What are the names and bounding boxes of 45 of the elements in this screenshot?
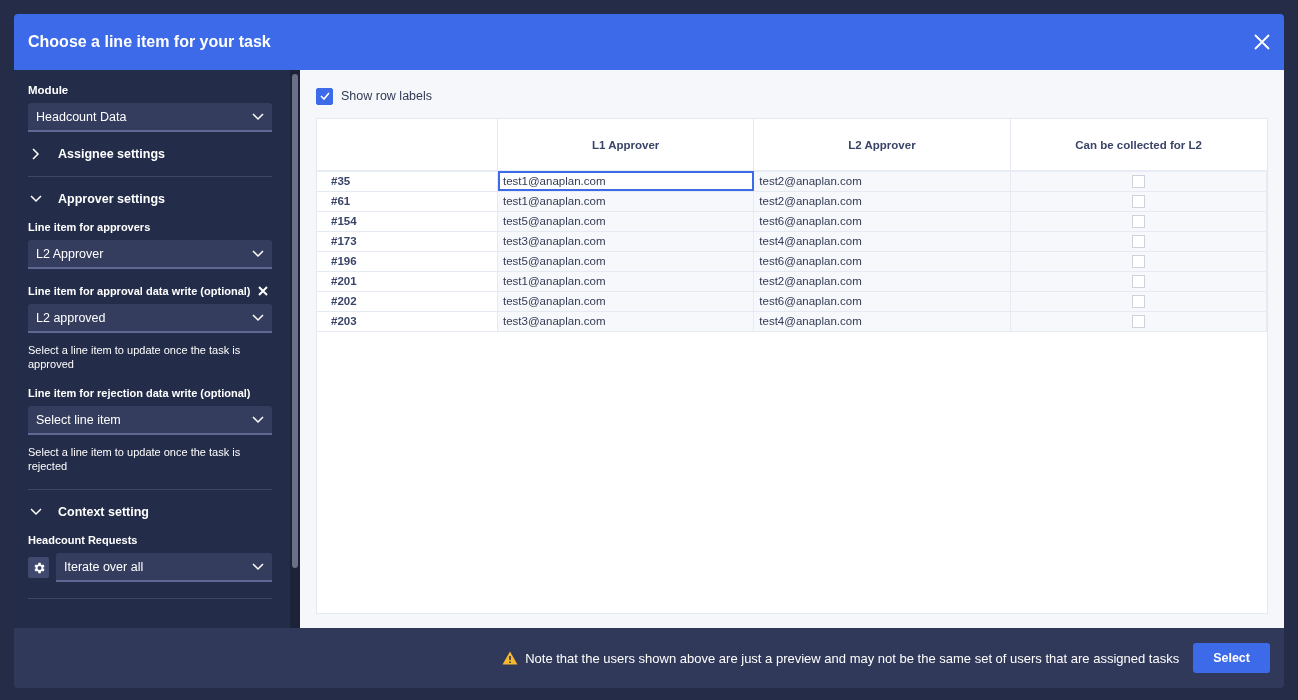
row-label: #61 [317,191,498,211]
table-cell: test1@anaplan.com [497,171,754,191]
row-label: #154 [317,211,498,231]
chevron-down-icon [252,415,264,424]
chevron-down-icon [252,562,264,571]
dropdown[interactable]: L2 approved [28,304,272,333]
check-icon [319,92,330,100]
settings-button[interactable] [28,557,49,578]
close-icon [1254,34,1270,50]
dropdown[interactable]: L2 Approver [28,240,272,269]
close-icon [258,286,268,296]
chevron-down-icon [252,112,264,121]
row-label: #173 [317,231,498,251]
row-label: #35 [317,171,498,191]
field-label: Line item for approvers [28,221,151,233]
chevron-down-icon [252,313,264,322]
module-dropdown[interactable]: Headcount Data [28,103,272,132]
notice-text: Note that the users shown above are just a preview and may not be the same set of users that are assigned tasks [525,650,1180,666]
field-label: Line item for rejection data write (optional) [28,387,251,399]
row-label: #202 [317,291,498,311]
chevron-down-icon [30,195,42,203]
row-label: #196 [317,251,498,271]
dialog-title: Choose a line item for your task [28,33,271,51]
field-label: Headcount Requests [28,534,138,546]
chevron-down-icon [252,249,264,258]
section-toggle[interactable]: Assignee settings [28,146,272,162]
chevron-right-icon [30,148,42,160]
help-text: Select a line item to update once the task is approved [28,343,242,371]
dropdown[interactable]: Select line item [28,406,272,435]
checkbox-label[interactable]: Show row labels [341,89,432,103]
checkbox[interactable] [316,87,333,105]
close-button[interactable] [1254,34,1270,50]
section-toggle[interactable]: Approver settings [28,191,272,207]
row-label: #203 [317,311,498,331]
help-text: Select a line item to update once the task is rejected [28,445,242,473]
field-label: Line item for approval data write (optional) [28,285,251,297]
dropdown[interactable]: Iterate over all [56,553,272,582]
row-label: #201 [317,271,498,291]
scrollbar-thumb[interactable] [292,74,298,568]
clear-button[interactable] [258,286,268,296]
chevron-down-icon [30,508,42,516]
select-button[interactable]: Select [1193,643,1270,673]
field-label: Module [28,84,70,96]
warning-icon [502,651,519,665]
section-toggle[interactable]: Context setting [28,504,272,520]
